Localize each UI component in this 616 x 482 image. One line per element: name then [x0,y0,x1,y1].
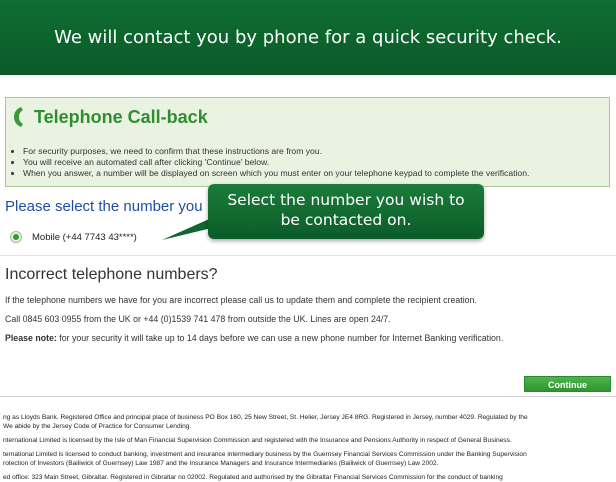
callback-info-box: Telephone Call-back For security purpose… [5,97,610,187]
incorrect-info-text: If the telephone numbers we have for you… [5,295,477,305]
mobile-radio[interactable] [10,231,22,243]
tooltip-line-2: be contacted on. [280,211,412,229]
callback-title: Telephone Call-back [34,106,208,127]
legal-line: We abide by the Jersey Code of Practice … [3,423,192,430]
security-note: Please note: for your security it will t… [5,333,503,343]
incorrect-numbers-title: Incorrect telephone numbers? [5,266,218,283]
banner-text: We will contact you by phone for a quick… [54,27,562,48]
continue-button[interactable]: Continue [524,376,611,392]
note-label: Please note: [5,333,57,343]
callback-instructions: For security purposes, we need to confir… [11,146,529,179]
radio-selected-dot [13,234,19,240]
instruction-item: You will receive an automated call after… [23,157,529,168]
phone-icon [14,107,23,127]
legal-line: ternational Limited is licensed to condu… [3,451,527,458]
instruction-item: When you answer, a number will be displa… [23,168,529,179]
instruction-item: For security purposes, we need to confir… [23,146,529,157]
legal-line: ng as Lloyds Bank. Registered Office and… [3,414,528,421]
top-banner: We will contact you by phone for a quick… [0,0,616,75]
instruction-tooltip: Select the number you wish to be contact… [208,184,484,239]
phone-option-mobile[interactable]: Mobile (+44 7743 43****) [10,231,137,243]
tooltip-line-1: Select the number you wish to [227,191,465,209]
mobile-option-label[interactable]: Mobile (+44 7743 43****) [32,232,137,243]
legal-line: ed office: 323 Main Street, Gibraltar. R… [3,474,503,481]
section-divider [0,255,616,256]
legal-line: rotection of Investors (Bailiwick of Gue… [3,460,439,467]
note-text: for your security it will take up to 14 … [56,333,504,343]
footer-divider [0,396,616,397]
legal-line: nternational Limited is licensed by the … [3,437,512,444]
select-number-heading: Please select the number you [5,198,203,215]
callback-header: Telephone Call-back [12,106,208,128]
contact-phone-text: Call 0845 603 0955 from the UK or +44 (0… [5,314,391,324]
